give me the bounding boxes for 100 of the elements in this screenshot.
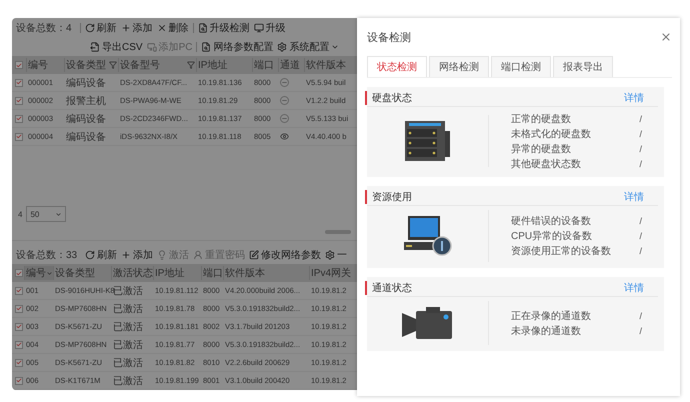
toolbar-button[interactable]: 网络参数配置	[201, 40, 274, 54]
device-count: 设备总数：33	[16, 248, 78, 262]
table-cell-text: 已激活	[112, 338, 144, 352]
tab[interactable]: 状态检测	[367, 56, 427, 77]
toolbar-button[interactable]: 刷新	[85, 248, 118, 262]
stat-value: /	[639, 144, 642, 154]
details-link[interactable]: 详情	[624, 280, 644, 294]
toolbar-button[interactable]: 升级	[254, 20, 286, 34]
page-size-select[interactable]: 50	[26, 206, 66, 222]
section-title: 资源使用	[365, 190, 412, 204]
checkbox[interactable]	[15, 269, 23, 277]
column-header[interactable]: 编号	[24, 266, 53, 280]
lightbulb-icon	[157, 250, 168, 260]
checkbox[interactable]	[15, 304, 23, 312]
column-header[interactable]: IP地址	[153, 266, 201, 280]
hard-drive-icon	[402, 119, 452, 163]
stat-value: /	[639, 158, 642, 168]
stat-label: CPU异常的设备数	[511, 230, 592, 243]
stat-value: /	[639, 128, 642, 138]
checkbox[interactable]	[15, 114, 23, 122]
details-link[interactable]: 详情	[624, 90, 644, 104]
sort-icon[interactable]	[46, 270, 53, 276]
stat-label: 硬件错误的设备数	[511, 215, 591, 228]
checkbox[interactable]	[15, 340, 23, 348]
refresh-icon	[84, 22, 95, 32]
column-header[interactable]: 软件版本	[223, 266, 309, 280]
close-button[interactable]	[660, 31, 672, 43]
column-header[interactable]: 编号	[26, 58, 64, 72]
dialog-title: 设备检测	[367, 30, 411, 44]
column-header[interactable]: 设备型号	[118, 58, 196, 72]
computer-icon	[402, 214, 454, 258]
checkbox[interactable]	[15, 376, 23, 384]
toolbar-button[interactable]: 添加	[120, 20, 153, 34]
column-header[interactable]: 端口	[252, 58, 278, 72]
filter-icon[interactable]	[187, 61, 195, 69]
document-search-icon	[198, 22, 208, 32]
refresh-icon	[85, 250, 96, 260]
stat-label: 正常的硬盘数	[511, 112, 571, 126]
toolbar-button[interactable]: 升级检测	[198, 20, 250, 34]
monitor-icon	[254, 22, 264, 32]
settings-icon	[325, 250, 336, 260]
toolbar-button[interactable]: 修改网络参数	[249, 248, 322, 262]
stat-label: 其他硬盘状态数	[511, 158, 581, 170]
column-header[interactable]: 端口	[201, 266, 223, 280]
stat-label: 资源使用正常的设备数	[511, 244, 611, 258]
tab[interactable]: 报表导出	[553, 56, 613, 77]
stat-label: 正在录像的通道数	[511, 310, 591, 322]
checkbox[interactable]	[15, 286, 23, 294]
stat-label: 未录像的通道数	[511, 324, 581, 338]
column-header[interactable]: 通道	[278, 58, 304, 72]
document-search-icon	[201, 42, 212, 52]
column-header[interactable]: 设备类型	[64, 58, 118, 72]
table-cell-text: 编码设备	[65, 112, 107, 126]
checkbox[interactable]	[15, 322, 23, 330]
checkbox[interactable]	[15, 96, 23, 104]
tab[interactable]: 网络检测	[429, 56, 489, 77]
checkbox[interactable]	[15, 78, 23, 86]
details-link[interactable]: 详情	[624, 190, 644, 204]
column-header[interactable]: 激活状态	[111, 266, 153, 280]
checkbox[interactable]	[15, 132, 23, 140]
filter-icon[interactable]	[109, 61, 117, 69]
stat-value: /	[639, 114, 642, 124]
stat-label: 未格式化的硬盘数	[511, 128, 591, 140]
stat-value: /	[639, 310, 642, 320]
toolbar-button[interactable]: 导出CSV	[90, 40, 143, 54]
computer-icon	[146, 42, 157, 52]
stat-value: /	[639, 231, 642, 241]
column-header[interactable]: 设备类型	[53, 266, 111, 280]
close-icon	[156, 22, 167, 32]
stat-label: 异常的硬盘数	[511, 142, 571, 156]
toolbar-button[interactable]: 系统配置	[277, 40, 340, 54]
stat-value: /	[639, 216, 642, 226]
user-icon	[193, 250, 204, 260]
checkbox[interactable]	[15, 358, 23, 366]
caret-icon	[55, 210, 62, 218]
section-title: 通道状态	[365, 280, 412, 294]
toolbar-button[interactable]: 删除	[156, 20, 189, 34]
document-export-icon	[90, 42, 100, 52]
table-cell-text: 已激活	[112, 302, 144, 316]
plus-icon	[121, 250, 132, 260]
table-cell-text: 已激活	[112, 356, 144, 370]
table-cell-text: 报警主机	[65, 94, 107, 108]
tab[interactable]: 端口检测	[491, 56, 551, 77]
stat-value: /	[639, 246, 642, 256]
edit-icon	[249, 250, 260, 260]
toolbar-button[interactable]: 添加	[121, 248, 154, 262]
plus-icon	[120, 22, 131, 32]
device-count: 设备总数：4	[16, 22, 72, 34]
table-cell-text: 编码设备	[65, 130, 107, 144]
checkbox[interactable]	[15, 61, 23, 69]
toolbar-button[interactable]: 一	[325, 248, 348, 262]
toolbar-button[interactable]: 刷新	[84, 20, 117, 34]
table-cell-text: 已激活	[112, 320, 144, 334]
stat-value: /	[639, 326, 642, 336]
column-header[interactable]: IP地址	[196, 58, 252, 72]
settings-icon	[277, 42, 288, 52]
table-cell-text: 编码设备	[65, 76, 107, 90]
table-cell-text: 已激活	[112, 374, 144, 388]
total-count: 4	[18, 210, 22, 218]
section-title: 硬盘状态	[365, 90, 412, 104]
